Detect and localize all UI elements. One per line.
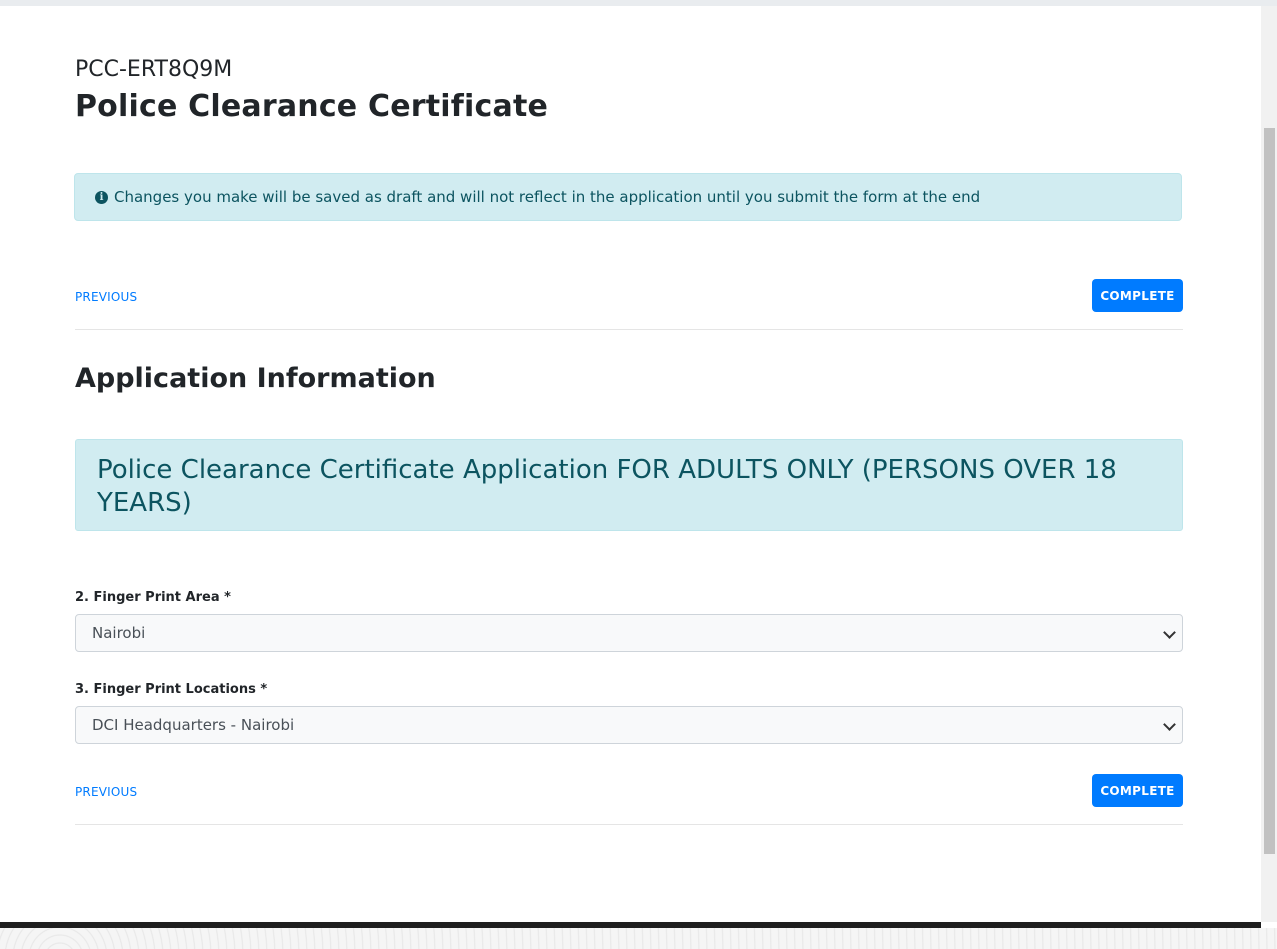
form-navigation-bottom: PREVIOUS COMPLETE: [75, 774, 1183, 825]
draft-notice-text: Changes you make will be saved as draft …: [114, 188, 981, 206]
complete-button[interactable]: COMPLETE: [1092, 279, 1183, 312]
page-title: Police Clearance Certificate: [75, 89, 549, 124]
previous-link[interactable]: PREVIOUS: [75, 290, 137, 304]
finger-print-location-label: 3. Finger Print Locations *: [75, 682, 268, 697]
chevron-down-icon: [1163, 718, 1176, 731]
application-reference: PCC-ERT8Q9M: [75, 57, 233, 82]
info-circle-icon: i: [95, 190, 108, 204]
scrollbar-thumb[interactable]: [1264, 128, 1275, 854]
footer-pattern: [0, 928, 1277, 949]
finger-print-location-value: DCI Headquarters - Nairobi: [92, 716, 295, 734]
draft-notice-alert: i Changes you make will be saved as draf…: [74, 173, 1182, 221]
finger-print-location-select[interactable]: DCI Headquarters - Nairobi: [75, 706, 1183, 744]
finger-print-area-select[interactable]: Nairobi: [75, 614, 1183, 652]
form-navigation-top: PREVIOUS COMPLETE: [75, 279, 1183, 330]
adults-only-banner: Police Clearance Certificate Application…: [75, 439, 1183, 531]
previous-link[interactable]: PREVIOUS: [75, 785, 137, 799]
finger-print-area-value: Nairobi: [92, 624, 146, 642]
finger-print-area-label: 2. Finger Print Area *: [75, 590, 231, 605]
section-title: Application Information: [75, 363, 436, 394]
chevron-down-icon: [1163, 626, 1176, 639]
complete-button[interactable]: COMPLETE: [1092, 774, 1183, 807]
browser-top-strip: [0, 0, 1277, 6]
